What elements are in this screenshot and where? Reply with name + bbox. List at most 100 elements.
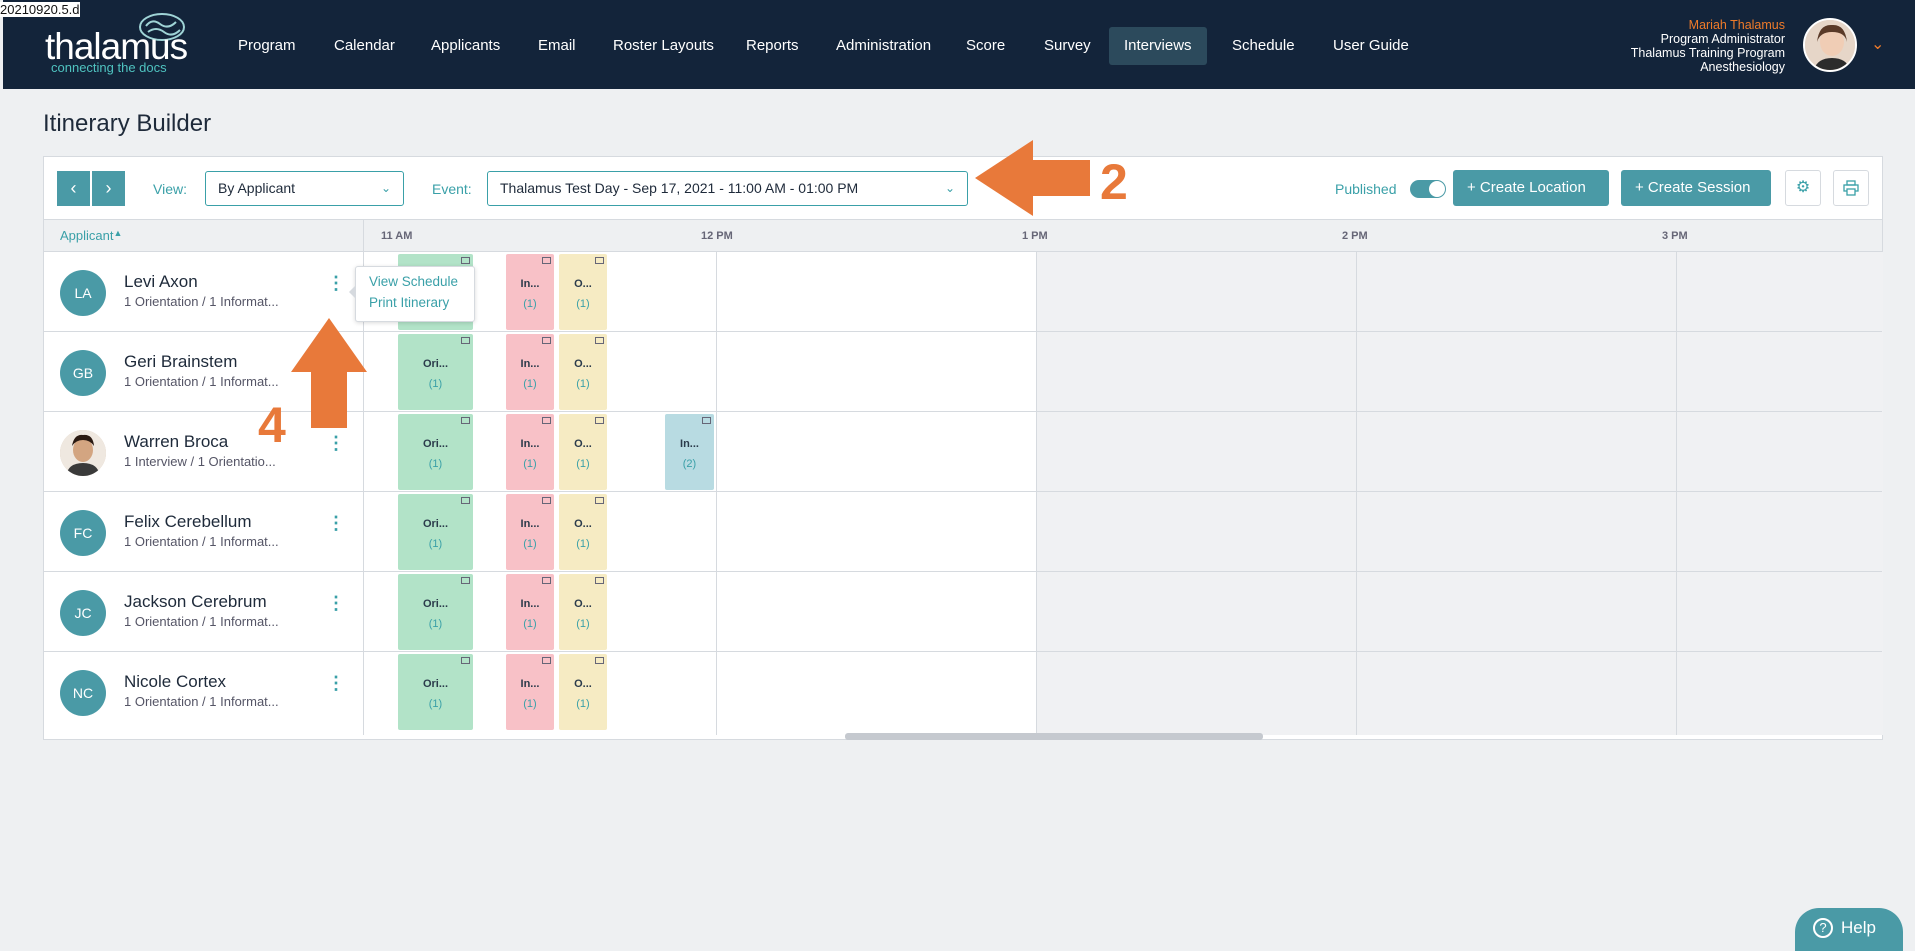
nav-program[interactable]: Program — [223, 27, 311, 65]
block-count: (1) — [576, 298, 590, 310]
nav-applicants[interactable]: Applicants — [416, 27, 515, 65]
view-schedule-link[interactable]: View Schedule — [369, 274, 458, 289]
applicant-name[interactable]: Felix Cerebellum — [124, 512, 252, 532]
session-block-orientation[interactable]: Ori... (1) — [398, 574, 473, 650]
session-block-orientation[interactable]: Ori... (1) — [398, 654, 473, 730]
event-select[interactable]: Thalamus Test Day - Sep 17, 2021 - 11:00… — [487, 171, 968, 206]
chevron-down-icon: ⌄ — [380, 181, 391, 195]
session-block-orientation[interactable]: Ori... (1) — [398, 494, 473, 570]
thalamus-logo[interactable]: thalamus connecting the docs — [43, 10, 193, 75]
video-icon — [595, 337, 604, 344]
time-label-12pm: 12 PM — [701, 230, 733, 242]
block-label: O... — [574, 278, 592, 290]
view-select[interactable]: By Applicant ⌄ — [205, 171, 404, 206]
session-block-orientation[interactable]: Ori... (1) — [398, 334, 473, 410]
avatar: JC — [60, 590, 106, 636]
session-block-other[interactable]: O... (1) — [559, 494, 607, 570]
annotation-arrow-left-icon — [975, 140, 1090, 216]
print-itinerary-link[interactable]: Print Itinerary — [369, 295, 449, 310]
previous-button[interactable]: ‹ — [57, 171, 90, 206]
applicant-name[interactable]: Jackson Cerebrum — [124, 592, 267, 612]
nav-calendar[interactable]: Calendar — [319, 27, 410, 65]
help-button[interactable]: ? Help — [1795, 908, 1903, 951]
user-info: Mariah Thalamus Program Administrator Th… — [1631, 18, 1785, 74]
create-location-button[interactable]: + Create Location — [1453, 170, 1609, 206]
session-block-interview[interactable]: In... (1) — [506, 654, 554, 730]
nav-score[interactable]: Score — [951, 27, 1020, 65]
block-label: In... — [520, 278, 540, 290]
user-role: Program Administrator — [1660, 32, 1785, 46]
applicant-summary: 1 Interview / 1 Orientatio... — [124, 454, 276, 469]
avatar: LA — [60, 270, 106, 316]
session-block-interview-group[interactable]: In... (2) — [665, 414, 714, 490]
user-photo-icon — [1805, 20, 1855, 70]
block-count: (1) — [576, 458, 590, 470]
applicant-name[interactable]: Nicole Cortex — [124, 672, 226, 692]
nav-administration[interactable]: Administration — [821, 27, 946, 65]
session-block-interview[interactable]: In... (1) — [506, 574, 554, 650]
block-label: Ori... — [422, 598, 449, 610]
block-label: O... — [574, 598, 592, 610]
nav-reports[interactable]: Reports — [731, 27, 814, 65]
session-block-other[interactable]: O... (1) — [559, 254, 607, 330]
kebab-menu-icon[interactable]: ⋮ — [327, 274, 345, 292]
session-block-interview[interactable]: In... (1) — [506, 254, 554, 330]
user-specialty: Anesthesiology — [1700, 60, 1785, 74]
block-count: (1) — [523, 698, 537, 710]
block-count: (1) — [523, 618, 537, 630]
applicant-name[interactable]: Warren Broca — [124, 432, 228, 452]
nav-roster-layouts[interactable]: Roster Layouts — [598, 27, 729, 65]
session-block-other[interactable]: O... (1) — [559, 334, 607, 410]
avatar: NC — [60, 670, 106, 716]
nav-user-guide[interactable]: User Guide — [1318, 27, 1424, 65]
session-block-interview[interactable]: In... (1) — [506, 494, 554, 570]
session-block-other[interactable]: O... (1) — [559, 574, 607, 650]
kebab-menu-icon[interactable]: ⋮ — [327, 434, 345, 452]
block-label: In... — [680, 438, 699, 450]
block-label: Ori... — [422, 438, 449, 450]
video-icon — [595, 497, 604, 504]
user-avatar[interactable] — [1803, 18, 1857, 72]
session-block-interview[interactable]: In... (1) — [506, 334, 554, 410]
kebab-menu-icon[interactable]: ⋮ — [327, 594, 345, 612]
nav-schedule[interactable]: Schedule — [1217, 27, 1310, 65]
applicant-summary: 1 Orientation / 1 Informat... — [124, 614, 279, 629]
user-name: Mariah Thalamus — [1688, 18, 1785, 32]
user-menu-chevron-icon[interactable]: ⌄ — [1871, 34, 1884, 54]
session-block-interview[interactable]: In... (1) — [506, 414, 554, 490]
create-session-button[interactable]: + Create Session — [1621, 170, 1771, 206]
video-icon — [542, 497, 551, 504]
published-toggle[interactable] — [1410, 180, 1446, 198]
event-label: Event: — [432, 181, 472, 197]
block-count: (1) — [523, 378, 537, 390]
version-label: 20210920.5.d — [0, 2, 80, 17]
block-label: In... — [520, 598, 540, 610]
applicant-summary: 1 Orientation / 1 Informat... — [124, 294, 279, 309]
print-button[interactable] — [1833, 170, 1869, 206]
nav-survey[interactable]: Survey — [1029, 27, 1106, 65]
nav-interviews[interactable]: Interviews — [1109, 27, 1207, 65]
block-label: In... — [520, 358, 540, 370]
time-label-3pm: 3 PM — [1662, 230, 1688, 242]
nav-email[interactable]: Email — [523, 27, 591, 65]
user-program: Thalamus Training Program — [1630, 46, 1785, 60]
session-block-other[interactable]: O... (1) — [559, 654, 607, 730]
avatar: GB — [60, 350, 106, 396]
settings-button[interactable]: ⚙ — [1785, 170, 1821, 206]
session-block-other[interactable]: O... (1) — [559, 414, 607, 490]
popup-pointer — [349, 285, 356, 299]
kebab-menu-icon[interactable]: ⋮ — [327, 674, 345, 692]
applicant-column-header[interactable]: Applicant▲ — [60, 228, 122, 243]
gear-icon: ⚙ — [1795, 179, 1811, 196]
horizontal-scrollbar[interactable] — [845, 733, 1263, 740]
video-icon — [542, 657, 551, 664]
applicant-name[interactable]: Geri Brainstem — [124, 352, 237, 372]
view-label: View: — [153, 181, 187, 197]
block-label: O... — [574, 678, 592, 690]
kebab-menu-icon[interactable]: ⋮ — [327, 514, 345, 532]
session-block-orientation[interactable]: Ori... (1) — [398, 414, 473, 490]
applicant-name[interactable]: Levi Axon — [124, 272, 198, 292]
video-icon — [461, 257, 470, 264]
next-button[interactable]: › — [92, 171, 125, 206]
block-count: (1) — [428, 538, 443, 550]
